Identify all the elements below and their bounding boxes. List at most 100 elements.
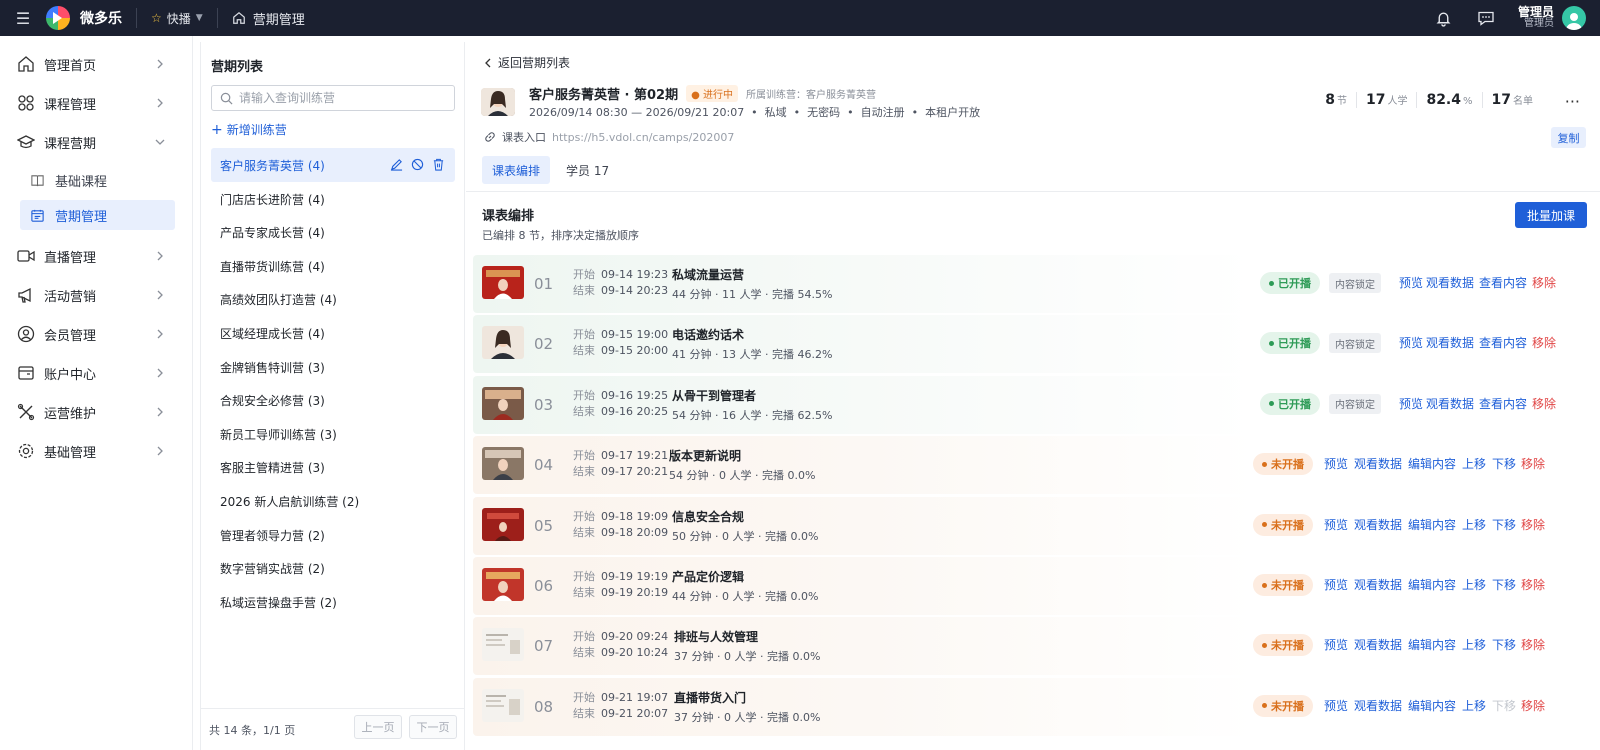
preview-link[interactable]: 预览 bbox=[1324, 636, 1348, 653]
tab-schedule[interactable]: 课表编排 bbox=[482, 156, 551, 184]
lesson-row[interactable]: 08 开始 09-21 19:07 结束 09-21 20:07 直播带货入门 37 分钟 … bbox=[473, 677, 1591, 736]
camp-item[interactable]: 客服主管精进营 (3) bbox=[211, 450, 455, 484]
remove-link[interactable]: 移除 bbox=[1532, 395, 1556, 412]
schedule-link-url[interactable]: https://h5.vdol.cn/camps/202007 bbox=[552, 131, 734, 144]
camp-item[interactable]: 直播带货训练营 (4) bbox=[211, 249, 455, 283]
edit-content-link[interactable]: 编辑内容 bbox=[1408, 516, 1456, 533]
remove-link[interactable]: 移除 bbox=[1532, 334, 1556, 351]
camp-item[interactable]: 管理者领导力营 (2) bbox=[211, 518, 455, 552]
camp-item[interactable]: 2026 新人启航训练营 (2) bbox=[211, 484, 455, 518]
remove-link[interactable]: 移除 bbox=[1521, 455, 1545, 472]
user-info[interactable]: 管理员 管理员 bbox=[1518, 6, 1554, 29]
sidebar-item-basic-settings[interactable]: 基础管理 bbox=[0, 437, 193, 465]
sidebar-item-marketing[interactable]: 活动营销 bbox=[0, 281, 193, 309]
watch-data-link[interactable]: 观看数据 bbox=[1354, 576, 1402, 593]
bell-icon[interactable] bbox=[1434, 8, 1454, 28]
remove-link[interactable]: 移除 bbox=[1521, 516, 1545, 533]
watch-data-link[interactable]: 观看数据 bbox=[1354, 636, 1402, 653]
camp-item[interactable]: 合规安全必修营 (3) bbox=[211, 383, 455, 417]
view-content-link[interactable]: 查看内容 bbox=[1479, 334, 1527, 351]
remove-link[interactable]: 移除 bbox=[1521, 697, 1545, 714]
camp-item[interactable]: 数字营销实战营 (2) bbox=[211, 551, 455, 585]
avatar[interactable] bbox=[1562, 6, 1586, 30]
sidebar-item-course-camps[interactable]: 课程营期 bbox=[0, 128, 193, 156]
preview-link[interactable]: 预览 bbox=[1324, 697, 1348, 714]
watch-data-link[interactable]: 观看数据 bbox=[1354, 455, 1402, 472]
lesson-row[interactable]: 04 开始 09-17 19:21 结束 09-17 20:21 版本更新说明 54 分钟 … bbox=[473, 436, 1591, 495]
watch-data-link[interactable]: 观看数据 bbox=[1426, 395, 1474, 412]
move-up-link[interactable]: 上移 bbox=[1462, 697, 1486, 714]
batch-add-button[interactable]: 批量加课 bbox=[1515, 202, 1587, 228]
trash-icon[interactable] bbox=[432, 158, 445, 171]
tab-students[interactable]: 学员 17 bbox=[556, 156, 619, 184]
watch-data-link[interactable]: 观看数据 bbox=[1426, 334, 1474, 351]
lesson-row[interactable]: 03 开始 09-16 19:25 结束 09-16 20:25 从骨干到管理者 54 分钟… bbox=[473, 375, 1591, 434]
sidebar-item-courses[interactable]: 课程管理 bbox=[0, 89, 193, 117]
edit-content-link[interactable]: 编辑内容 bbox=[1408, 636, 1456, 653]
edit-content-link[interactable]: 编辑内容 bbox=[1408, 576, 1456, 593]
camp-item[interactable]: 区域经理成长营 (4) bbox=[211, 316, 455, 350]
camp-item[interactable]: 新员工导师训练营 (3) bbox=[211, 417, 455, 451]
sidebar-item-live[interactable]: 直播管理 bbox=[0, 242, 193, 270]
camp-item[interactable]: 客户服务菁英营 (4) bbox=[211, 148, 455, 182]
move-up-link[interactable]: 上移 bbox=[1462, 455, 1486, 472]
camp-search-input[interactable] bbox=[239, 91, 439, 105]
preview-link[interactable]: 预览 bbox=[1324, 516, 1348, 533]
camp-search[interactable] bbox=[211, 85, 455, 111]
lesson-row[interactable]: 01 开始 09-14 19:23 结束 09-14 20:23 私域流量运营 44 分钟 … bbox=[473, 255, 1591, 313]
lesson-row[interactable]: 02 开始 09-15 19:00 结束 09-15 20:00 电话邀约话术 41 分钟 … bbox=[473, 315, 1591, 374]
quick-menu[interactable]: ☆ 快播 ▼ bbox=[151, 10, 203, 27]
preview-link[interactable]: 预览 bbox=[1324, 455, 1348, 472]
preview-link[interactable]: 预览 bbox=[1399, 274, 1423, 291]
move-down-link[interactable]: 下移 bbox=[1492, 516, 1516, 533]
camp-item[interactable]: 门店店长进阶营 (4) bbox=[211, 182, 455, 216]
sidebar-item-operations[interactable]: 运营维护 bbox=[0, 398, 193, 426]
status-dot bbox=[1269, 401, 1274, 407]
camp-item[interactable]: 产品专家成长营 (4) bbox=[211, 215, 455, 249]
edit-icon[interactable] bbox=[390, 158, 403, 171]
disable-icon[interactable] bbox=[411, 158, 424, 171]
remove-link[interactable]: 移除 bbox=[1521, 636, 1545, 653]
move-up-link[interactable]: 上移 bbox=[1462, 576, 1486, 593]
view-content-link[interactable]: 查看内容 bbox=[1479, 395, 1527, 412]
watch-data-link[interactable]: 观看数据 bbox=[1354, 516, 1402, 533]
wallet-icon bbox=[17, 364, 35, 382]
next-page-button[interactable]: 下一页 bbox=[409, 715, 457, 739]
more-icon[interactable]: ··· bbox=[1565, 92, 1580, 111]
remove-link[interactable]: 移除 bbox=[1532, 274, 1556, 291]
move-down-link[interactable]: 下移 bbox=[1492, 455, 1516, 472]
lesson-row[interactable]: 05 开始 09-18 19:09 结束 09-18 20:09 信息安全合规 50 分钟 … bbox=[473, 496, 1591, 555]
add-camp-button[interactable]: + 新增训练营 bbox=[211, 121, 287, 138]
stat-lessons: 8节 bbox=[1316, 92, 1356, 108]
camp-item[interactable]: 金牌销售特训营 (3) bbox=[211, 350, 455, 384]
preview-link[interactable]: 预览 bbox=[1324, 576, 1348, 593]
lesson-row[interactable]: 07 开始 09-20 09:24 结束 09-20 10:24 排班与人效管理 37 分钟… bbox=[473, 617, 1591, 676]
edit-content-link[interactable]: 编辑内容 bbox=[1408, 697, 1456, 714]
watch-data-link[interactable]: 观看数据 bbox=[1354, 697, 1402, 714]
sidebar-subitem-basic-courses[interactable]: 基础课程 bbox=[20, 165, 175, 195]
camp-detail: 返回营期列表 客户服务菁英营 · 第02期 ● 进行中 所属训练营：客户服务菁英… bbox=[466, 42, 1600, 750]
preview-link[interactable]: 预览 bbox=[1399, 395, 1423, 412]
prev-page-button[interactable]: 上一页 bbox=[354, 715, 402, 739]
message-icon[interactable] bbox=[1476, 8, 1496, 28]
sidebar-item-members[interactable]: 会员管理 bbox=[0, 320, 193, 348]
back-link[interactable]: 返回营期列表 bbox=[484, 54, 570, 71]
sidebar-item-label: 基础管理 bbox=[44, 445, 97, 461]
sidebar-subitem-camp-management[interactable]: 营期管理 bbox=[20, 200, 175, 230]
move-down-link[interactable]: 下移 bbox=[1492, 636, 1516, 653]
watch-data-link[interactable]: 观看数据 bbox=[1426, 274, 1474, 291]
sidebar-item-account[interactable]: 账户中心 bbox=[0, 359, 193, 387]
edit-content-link[interactable]: 编辑内容 bbox=[1408, 455, 1456, 472]
camp-item[interactable]: 高绩效团队打造营 (4) bbox=[211, 282, 455, 316]
lesson-row[interactable]: 06 开始 09-19 19:19 结束 09-19 20:19 产品定价逻辑 44 分钟 … bbox=[473, 557, 1591, 615]
move-up-link[interactable]: 上移 bbox=[1462, 636, 1486, 653]
preview-link[interactable]: 预览 bbox=[1399, 334, 1423, 351]
view-content-link[interactable]: 查看内容 bbox=[1479, 274, 1527, 291]
remove-link[interactable]: 移除 bbox=[1521, 576, 1545, 593]
move-up-link[interactable]: 上移 bbox=[1462, 516, 1486, 533]
move-down-link[interactable]: 下移 bbox=[1492, 576, 1516, 593]
menu-icon[interactable]: ☰ bbox=[0, 9, 46, 28]
camp-item[interactable]: 私域运营操盘手营 (2) bbox=[211, 585, 455, 619]
sidebar-item-home[interactable]: 管理首页 bbox=[0, 50, 193, 78]
copy-button[interactable]: 复制 bbox=[1551, 127, 1586, 148]
